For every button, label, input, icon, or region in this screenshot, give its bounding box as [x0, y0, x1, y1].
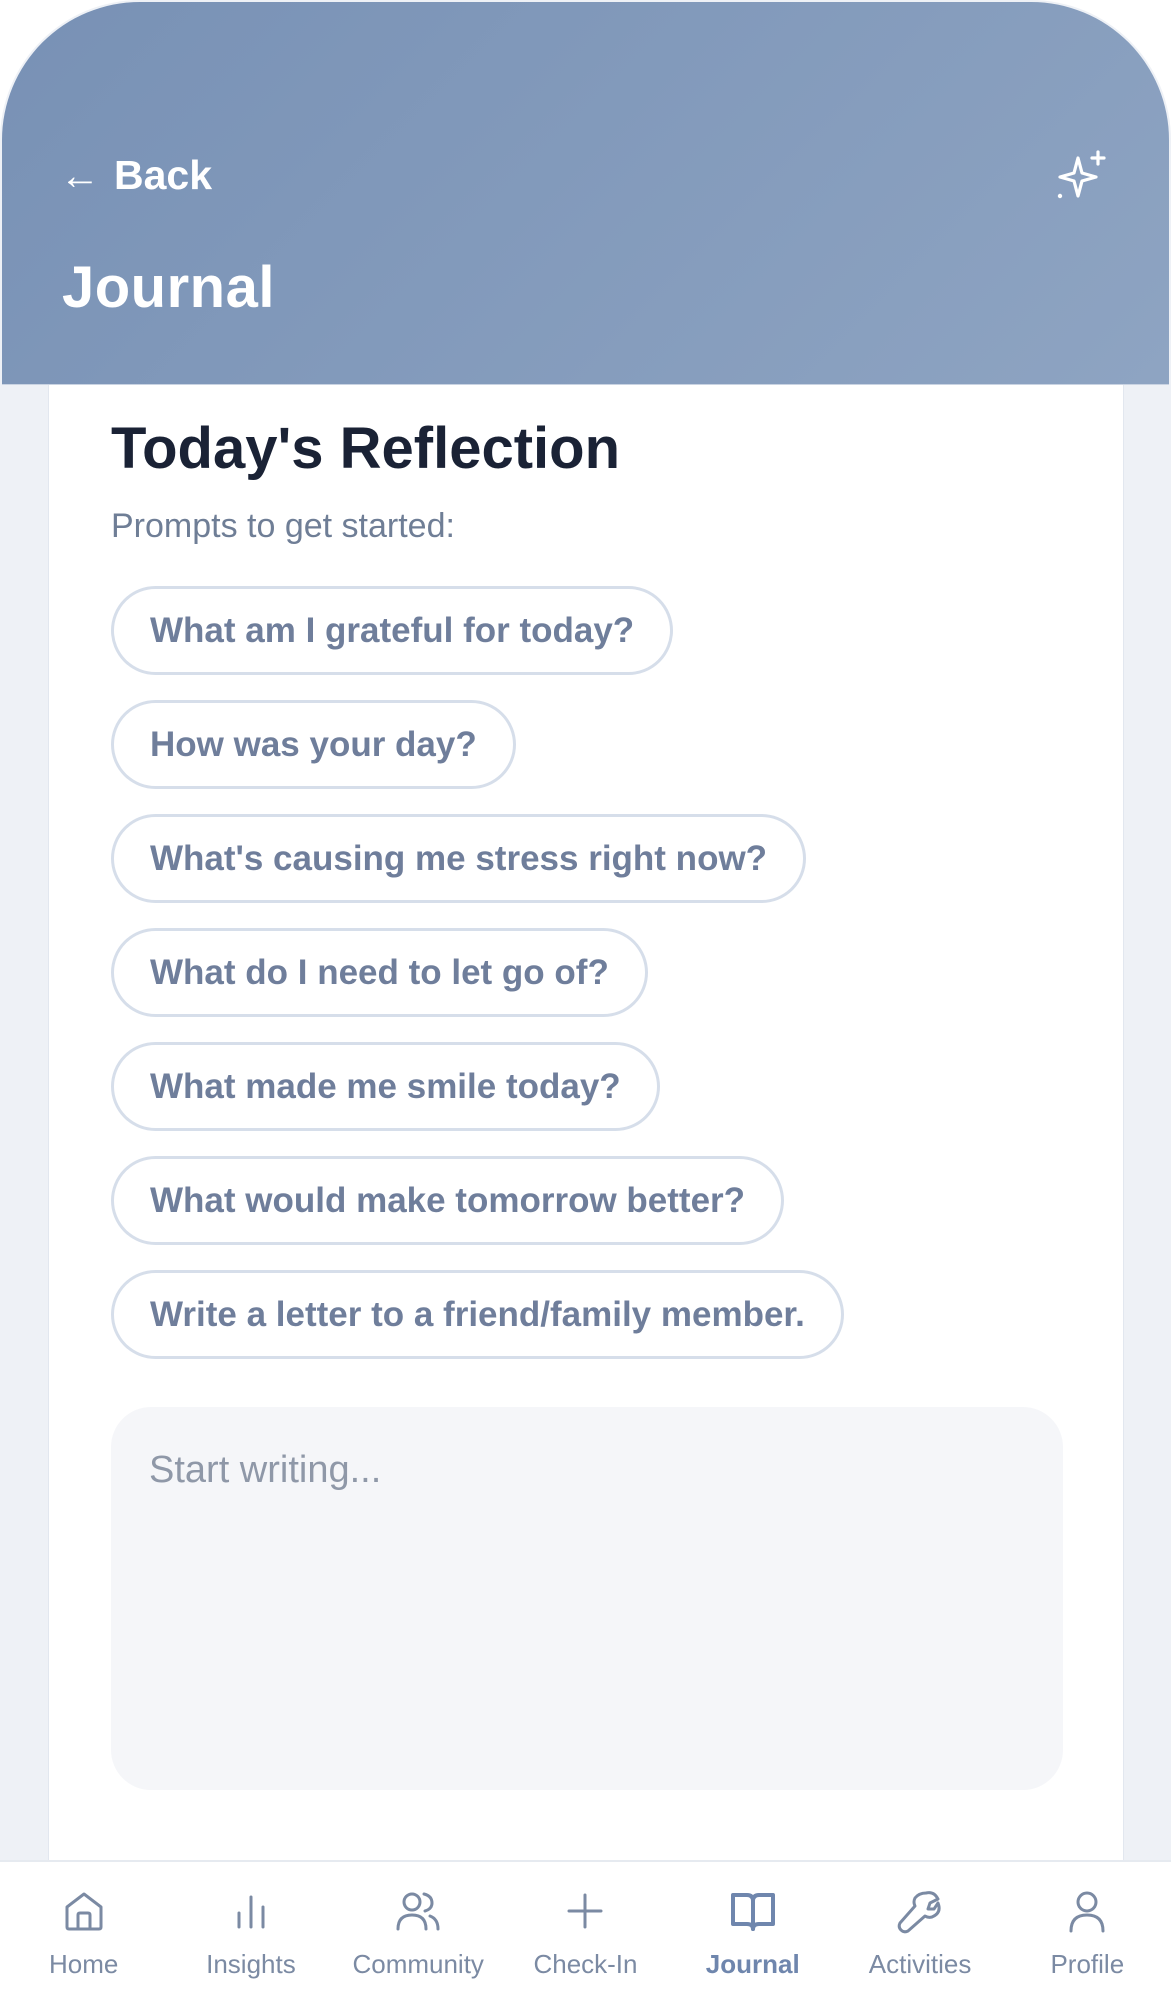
nav-item-home[interactable]: Home [0, 1862, 167, 2007]
app-screen: ← Back Journal Today's Reflection Prompt… [0, 0, 1171, 2007]
nav-label-journal: Journal [705, 1949, 800, 1979]
prompt-list: What am I grateful for today? How was yo… [111, 586, 844, 1359]
prompt-chip-stress[interactable]: What's causing me stress right now? [111, 814, 807, 903]
bottom-nav: Home Insights Community Check-In Journal… [0, 1860, 1171, 2007]
user-icon [1069, 1891, 1105, 1933]
plus-icon [567, 1893, 603, 1929]
nav-item-activities[interactable]: Activities [836, 1862, 1003, 2007]
nav-label-insights: Insights [206, 1949, 296, 1979]
prompt-chip-letter[interactable]: Write a letter to a friend/family member… [111, 1270, 844, 1359]
prompt-chip-tomorrow[interactable]: What would make tomorrow better? [111, 1156, 785, 1245]
reflection-card: Today's Reflection Prompts to get starte… [48, 385, 1124, 1860]
prompt-chip-day[interactable]: How was your day? [111, 700, 516, 789]
nav-item-journal[interactable]: Journal [669, 1862, 836, 2007]
users-icon [396, 1892, 440, 1931]
nav-label-home: Home [48, 1949, 119, 1979]
nav-item-community[interactable]: Community [335, 1862, 502, 2007]
nav-item-check-in[interactable]: Check-In [502, 1862, 669, 2007]
prompt-chip-smile[interactable]: What made me smile today? [111, 1042, 660, 1131]
home-icon [65, 1892, 103, 1931]
nav-item-insights[interactable]: Insights [167, 1862, 334, 2007]
nav-item-profile[interactable]: Profile [1004, 1862, 1171, 2007]
sparkle-icon[interactable] [1050, 148, 1112, 210]
prompt-chip-grateful[interactable]: What am I grateful for today? [111, 586, 674, 675]
wrench-icon [897, 1891, 941, 1934]
book-open-icon [730, 1893, 775, 1931]
nav-label-profile: Profile [1050, 1949, 1125, 1979]
back-button[interactable]: ← Back [60, 152, 212, 199]
nav-label-check-in: Check-In [533, 1949, 638, 1979]
nav-label-community: Community [352, 1949, 484, 1979]
nav-label-activities: Activities [868, 1949, 972, 1979]
prompt-chip-let-go[interactable]: What do I need to let go of? [111, 928, 648, 1017]
journal-editor [111, 1407, 1063, 1790]
header: ← Back Journal [2, 2, 1169, 385]
prompts-label: Prompts to get started: [111, 507, 455, 545]
back-arrow-icon: ← [60, 153, 100, 198]
journal-text-input[interactable] [111, 1407, 1063, 1790]
reflection-title: Today's Reflection [111, 416, 621, 481]
bar-chart-icon [237, 1895, 265, 1929]
page-title: Journal [62, 255, 275, 320]
back-label: Back [114, 152, 213, 198]
